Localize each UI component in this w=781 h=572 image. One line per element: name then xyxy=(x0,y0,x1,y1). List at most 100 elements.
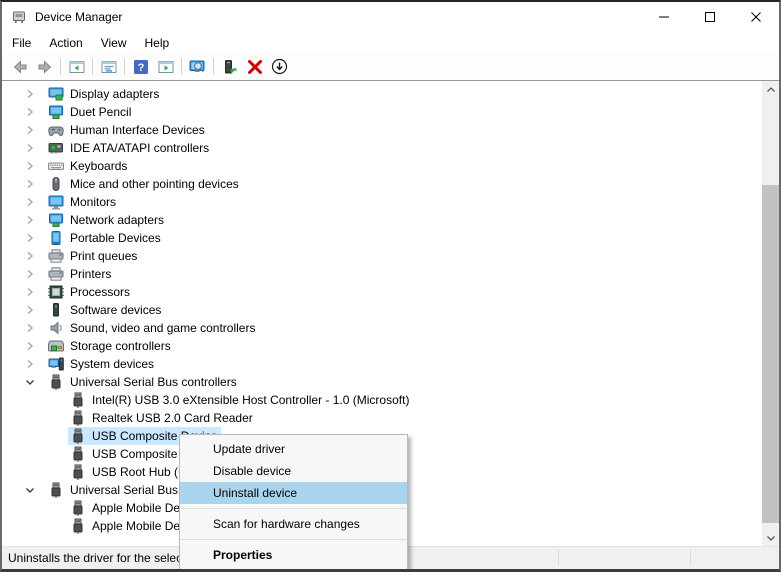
chevron-down-icon[interactable] xyxy=(22,374,38,390)
menu-action[interactable]: Action xyxy=(40,34,91,52)
back-button[interactable] xyxy=(7,55,32,78)
scroll-up-icon[interactable] xyxy=(762,81,779,98)
chevron-down-icon[interactable] xyxy=(22,482,38,498)
tree-item-processors[interactable]: Processors xyxy=(2,283,779,301)
chevron-right-icon[interactable] xyxy=(22,248,38,264)
scan-hardware-button[interactable] xyxy=(185,55,210,78)
chevron-right-icon[interactable] xyxy=(22,212,38,228)
tree-item-mice[interactable]: Mice and other pointing devices xyxy=(2,175,779,193)
vertical-scrollbar[interactable] xyxy=(762,81,779,546)
tree-item-realtek-card-reader[interactable]: Realtek USB 2.0 Card Reader xyxy=(2,409,779,427)
chevron-right-icon[interactable] xyxy=(22,104,38,120)
tree-item-display-adapters[interactable]: Display adapters xyxy=(2,85,779,103)
chevron-right-icon[interactable] xyxy=(22,320,38,336)
tree-item-ide-controllers[interactable]: IDE ATA/ATAPI controllers xyxy=(2,139,779,157)
menu-item-uninstall-device[interactable]: Uninstall device xyxy=(180,482,407,504)
menu-item-properties[interactable]: Properties xyxy=(180,544,407,566)
chevron-right-icon[interactable] xyxy=(22,266,38,282)
update-driver-button[interactable] xyxy=(217,55,242,78)
toolbar: ? xyxy=(2,53,779,81)
usb-icon xyxy=(70,500,86,516)
disable-device-icon xyxy=(271,58,288,75)
tree-item-duet-pencil[interactable]: Duet Pencil xyxy=(2,103,779,121)
tree-item-printers[interactable]: Printers xyxy=(2,265,779,283)
menu-view[interactable]: View xyxy=(92,34,136,52)
usb-icon xyxy=(70,464,86,480)
chevron-right-icon[interactable] xyxy=(22,158,38,174)
tree-item-monitors[interactable]: Monitors xyxy=(2,193,779,211)
chevron-right-icon[interactable] xyxy=(22,230,38,246)
controller-card-icon xyxy=(48,140,64,156)
tree-item-storage-controllers[interactable]: Storage controllers xyxy=(2,337,779,355)
statusbar-divider xyxy=(558,550,559,566)
usb-icon xyxy=(48,482,64,498)
toolbar-separator xyxy=(92,58,93,75)
scrollbar-thumb[interactable] xyxy=(762,185,779,523)
device-manager-app-icon xyxy=(11,9,27,25)
printer-icon xyxy=(48,248,64,264)
network-adapter-icon xyxy=(48,212,64,228)
menu-separator xyxy=(181,539,406,540)
tree-item-system-devices[interactable]: System devices xyxy=(2,355,779,373)
maximize-icon xyxy=(704,11,716,23)
context-menu: Update driver Disable device Uninstall d… xyxy=(179,434,408,570)
usb-icon xyxy=(70,428,86,444)
menu-bar: File Action View Help xyxy=(2,32,779,53)
chevron-right-icon[interactable] xyxy=(22,284,38,300)
back-icon xyxy=(12,59,28,75)
uninstall-device-icon xyxy=(247,59,263,75)
forward-button[interactable] xyxy=(32,55,57,78)
monitor-device-icon xyxy=(48,104,64,120)
device-manager-window: Device Manager File Action View Help xyxy=(0,0,781,572)
tree-item-keyboards[interactable]: Keyboards xyxy=(2,157,779,175)
tree-item-portable-devices[interactable]: Portable Devices xyxy=(2,229,779,247)
chevron-right-icon[interactable] xyxy=(22,356,38,372)
display-adapter-icon xyxy=(48,86,64,102)
minimize-icon xyxy=(658,11,670,23)
scroll-down-icon[interactable] xyxy=(762,529,779,546)
software-device-icon xyxy=(48,302,64,318)
menu-item-disable-device[interactable]: Disable device xyxy=(180,460,407,482)
chevron-right-icon[interactable] xyxy=(22,338,38,354)
menu-separator xyxy=(181,508,406,509)
properties-window-icon xyxy=(101,59,117,75)
storage-controller-icon xyxy=(48,338,64,354)
tree-item-human-interface-devices[interactable]: Human Interface Devices xyxy=(2,121,779,139)
toolbar-separator xyxy=(60,58,61,75)
show-console-tree-button[interactable] xyxy=(64,55,89,78)
toolbar-separator xyxy=(213,58,214,75)
uninstall-device-button[interactable] xyxy=(242,55,267,78)
tree-item-usb-controllers[interactable]: Universal Serial Bus controllers xyxy=(2,373,779,391)
tree-item-intel-usb-controller[interactable]: Intel(R) USB 3.0 eXtensible Host Control… xyxy=(2,391,779,409)
svg-text:?: ? xyxy=(137,62,144,74)
mouse-icon xyxy=(48,176,64,192)
menu-help[interactable]: Help xyxy=(136,34,179,52)
close-button[interactable] xyxy=(733,2,779,32)
disable-device-button[interactable] xyxy=(267,55,292,78)
menu-file[interactable]: File xyxy=(3,34,40,52)
printer-icon xyxy=(48,266,64,282)
tree-item-software-devices[interactable]: Software devices xyxy=(2,301,779,319)
system-device-icon xyxy=(48,356,64,372)
menu-item-scan-hardware-changes[interactable]: Scan for hardware changes xyxy=(180,513,407,535)
maximize-button[interactable] xyxy=(687,2,733,32)
chevron-right-icon[interactable] xyxy=(22,86,38,102)
speaker-icon xyxy=(48,320,64,336)
window-title: Device Manager xyxy=(35,10,122,24)
chevron-right-icon[interactable] xyxy=(22,194,38,210)
tree-item-network-adapters[interactable]: Network adapters xyxy=(2,211,779,229)
chevron-right-icon[interactable] xyxy=(22,176,38,192)
chevron-right-icon[interactable] xyxy=(22,122,38,138)
show-action-pane-icon xyxy=(158,59,174,75)
chevron-right-icon[interactable] xyxy=(22,302,38,318)
properties-button[interactable] xyxy=(96,55,121,78)
tree-item-sound-controllers[interactable]: Sound, video and game controllers xyxy=(2,319,779,337)
chevron-right-icon[interactable] xyxy=(22,140,38,156)
portable-device-icon xyxy=(48,230,64,246)
help-button[interactable]: ? xyxy=(128,55,153,78)
minimize-button[interactable] xyxy=(641,2,687,32)
show-action-pane-button[interactable] xyxy=(153,55,178,78)
menu-item-update-driver[interactable]: Update driver xyxy=(180,438,407,460)
usb-icon xyxy=(70,392,86,408)
tree-item-print-queues[interactable]: Print queues xyxy=(2,247,779,265)
